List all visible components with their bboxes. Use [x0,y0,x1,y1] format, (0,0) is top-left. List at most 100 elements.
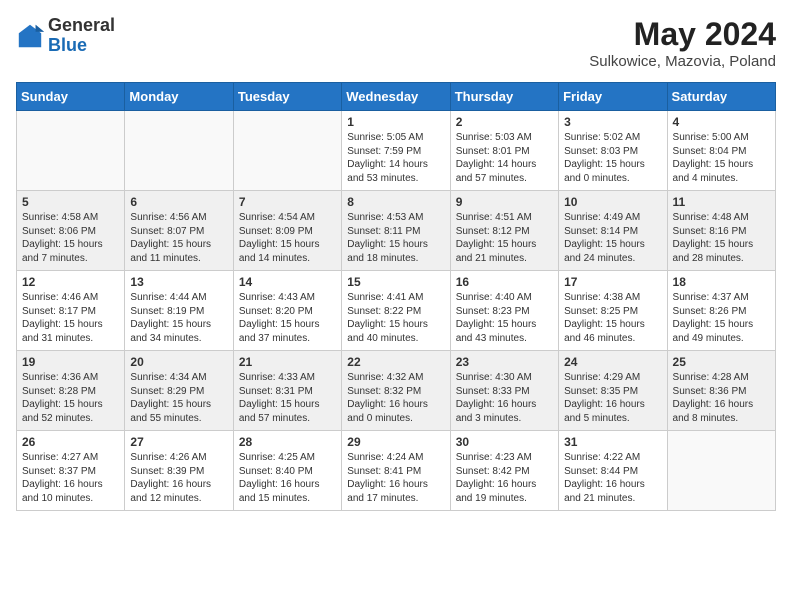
calendar-week-row: 19 Sunrise: 4:36 AM Sunset: 8:28 PM Dayli… [17,351,776,431]
day-info: Sunrise: 4:41 AM Sunset: 8:22 PM Dayligh… [347,291,444,345]
weekday-header-tuesday: Tuesday [233,83,341,111]
day-number: 19 [22,355,119,369]
calendar-cell: 25 Sunrise: 4:28 AM Sunset: 8:36 PM Dayli… [667,351,775,431]
day-info: Sunrise: 4:22 AM Sunset: 8:44 PM Dayligh… [564,451,661,505]
calendar-cell: 27 Sunrise: 4:26 AM Sunset: 8:39 PM Dayli… [125,431,233,511]
day-info: Sunrise: 4:44 AM Sunset: 8:19 PM Dayligh… [130,291,227,345]
day-number: 1 [347,115,444,129]
day-number: 23 [456,355,553,369]
calendar-cell: 5 Sunrise: 4:58 AM Sunset: 8:06 PM Daylig… [17,191,125,271]
day-number: 11 [673,195,770,209]
day-number: 16 [456,275,553,289]
location-text: Sulkowice, Mazovia, Poland [589,53,776,70]
day-number: 4 [673,115,770,129]
day-number: 2 [456,115,553,129]
day-info: Sunrise: 4:49 AM Sunset: 8:14 PM Dayligh… [564,211,661,265]
day-number: 27 [130,435,227,449]
calendar-cell: 12 Sunrise: 4:46 AM Sunset: 8:17 PM Dayli… [17,271,125,351]
day-info: Sunrise: 4:36 AM Sunset: 8:28 PM Dayligh… [22,371,119,425]
calendar-cell: 21Sunrise: 4:33 AM Sunset: 8:31 PM Dayli… [233,351,341,431]
day-number: 21 [239,355,336,369]
day-info: Sunrise: 4:34 AM Sunset: 8:29 PM Dayligh… [130,371,227,425]
day-number: 15 [347,275,444,289]
weekday-header-friday: Friday [559,83,667,111]
month-year-title: May 2024 [589,16,776,53]
day-info: Sunrise: 4:26 AM Sunset: 8:39 PM Dayligh… [130,451,227,505]
calendar-cell: 15 Sunrise: 4:41 AM Sunset: 8:22 PM Dayli… [342,271,450,351]
calendar-cell: 17 Sunrise: 4:38 AM Sunset: 8:25 PM Dayli… [559,271,667,351]
day-number: 20 [130,355,227,369]
day-info: Sunrise: 5:02 AM Sunset: 8:03 PM Dayligh… [564,131,661,185]
weekday-header-row: SundayMondayTuesdayWednesdayThursdayFrid… [17,83,776,111]
day-number: 6 [130,195,227,209]
day-number: 22 [347,355,444,369]
day-info: Sunrise: 5:03 AM Sunset: 8:01 PM Dayligh… [456,131,553,185]
calendar-cell [233,111,341,191]
day-info: Sunrise: 4:32 AM Sunset: 8:32 PM Dayligh… [347,371,444,425]
calendar-cell: 30Sunrise: 4:23 AM Sunset: 8:42 PM Dayli… [450,431,558,511]
day-info: Sunrise: 4:43 AM Sunset: 8:20 PM Dayligh… [239,291,336,345]
calendar-cell: 3Sunrise: 5:02 AM Sunset: 8:03 PM Daylig… [559,111,667,191]
calendar-cell: 4Sunrise: 5:00 AM Sunset: 8:04 PM Daylig… [667,111,775,191]
calendar-cell: 2 Sunrise: 5:03 AM Sunset: 8:01 PM Daylig… [450,111,558,191]
calendar-cell: 26 Sunrise: 4:27 AM Sunset: 8:37 PM Dayli… [17,431,125,511]
calendar-cell: 1 Sunrise: 5:05 AM Sunset: 7:59 PM Daylig… [342,111,450,191]
day-number: 18 [673,275,770,289]
calendar-cell: 22 Sunrise: 4:32 AM Sunset: 8:32 PM Dayli… [342,351,450,431]
calendar-cell: 9Sunrise: 4:51 AM Sunset: 8:12 PM Daylig… [450,191,558,271]
calendar-cell: 6Sunrise: 4:56 AM Sunset: 8:07 PM Daylig… [125,191,233,271]
logo: General Blue [16,16,115,56]
day-info: Sunrise: 4:24 AM Sunset: 8:41 PM Dayligh… [347,451,444,505]
weekday-header-sunday: Sunday [17,83,125,111]
calendar-cell: 10 Sunrise: 4:49 AM Sunset: 8:14 PM Dayli… [559,191,667,271]
calendar-cell: 13Sunrise: 4:44 AM Sunset: 8:19 PM Dayli… [125,271,233,351]
day-info: Sunrise: 4:46 AM Sunset: 8:17 PM Dayligh… [22,291,119,345]
day-info: Sunrise: 4:53 AM Sunset: 8:11 PM Dayligh… [347,211,444,265]
day-info: Sunrise: 4:37 AM Sunset: 8:26 PM Dayligh… [673,291,770,345]
day-info: Sunrise: 5:05 AM Sunset: 7:59 PM Dayligh… [347,131,444,185]
calendar-cell [17,111,125,191]
day-info: Sunrise: 4:54 AM Sunset: 8:09 PM Dayligh… [239,211,336,265]
calendar-week-row: 12 Sunrise: 4:46 AM Sunset: 8:17 PM Dayli… [17,271,776,351]
calendar-table: SundayMondayTuesdayWednesdayThursdayFrid… [16,82,776,511]
day-number: 26 [22,435,119,449]
day-number: 29 [347,435,444,449]
day-info: Sunrise: 4:23 AM Sunset: 8:42 PM Dayligh… [456,451,553,505]
calendar-cell: 8 Sunrise: 4:53 AM Sunset: 8:11 PM Daylig… [342,191,450,271]
weekday-header-monday: Monday [125,83,233,111]
calendar-cell: 24Sunrise: 4:29 AM Sunset: 8:35 PM Dayli… [559,351,667,431]
day-number: 14 [239,275,336,289]
calendar-cell [125,111,233,191]
day-number: 12 [22,275,119,289]
title-block: May 2024 Sulkowice, Mazovia, Poland [589,16,776,70]
calendar-cell: 14 Sunrise: 4:43 AM Sunset: 8:20 PM Dayli… [233,271,341,351]
day-number: 24 [564,355,661,369]
day-number: 8 [347,195,444,209]
calendar-week-row: 1 Sunrise: 5:05 AM Sunset: 7:59 PM Daylig… [17,111,776,191]
calendar-cell: 31Sunrise: 4:22 AM Sunset: 8:44 PM Dayli… [559,431,667,511]
calendar-cell: 28Sunrise: 4:25 AM Sunset: 8:40 PM Dayli… [233,431,341,511]
calendar-cell: 19 Sunrise: 4:36 AM Sunset: 8:28 PM Dayli… [17,351,125,431]
calendar-cell: 7Sunrise: 4:54 AM Sunset: 8:09 PM Daylig… [233,191,341,271]
page-header: General Blue May 2024 Sulkowice, Mazovia… [16,16,776,70]
day-info: Sunrise: 4:58 AM Sunset: 8:06 PM Dayligh… [22,211,119,265]
day-number: 5 [22,195,119,209]
logo-icon [16,22,44,50]
calendar-cell: 29 Sunrise: 4:24 AM Sunset: 8:41 PM Dayli… [342,431,450,511]
day-number: 17 [564,275,661,289]
day-info: Sunrise: 4:28 AM Sunset: 8:36 PM Dayligh… [673,371,770,425]
day-number: 28 [239,435,336,449]
day-number: 10 [564,195,661,209]
calendar-week-row: 26 Sunrise: 4:27 AM Sunset: 8:37 PM Dayli… [17,431,776,511]
day-number: 25 [673,355,770,369]
calendar-cell [667,431,775,511]
weekday-header-thursday: Thursday [450,83,558,111]
day-info: Sunrise: 4:30 AM Sunset: 8:33 PM Dayligh… [456,371,553,425]
calendar-cell: 11 Sunrise: 4:48 AM Sunset: 8:16 PM Dayli… [667,191,775,271]
day-info: Sunrise: 4:38 AM Sunset: 8:25 PM Dayligh… [564,291,661,345]
day-info: Sunrise: 4:48 AM Sunset: 8:16 PM Dayligh… [673,211,770,265]
day-number: 9 [456,195,553,209]
calendar-cell: 16Sunrise: 4:40 AM Sunset: 8:23 PM Dayli… [450,271,558,351]
day-info: Sunrise: 4:27 AM Sunset: 8:37 PM Dayligh… [22,451,119,505]
calendar-cell: 20 Sunrise: 4:34 AM Sunset: 8:29 PM Dayli… [125,351,233,431]
